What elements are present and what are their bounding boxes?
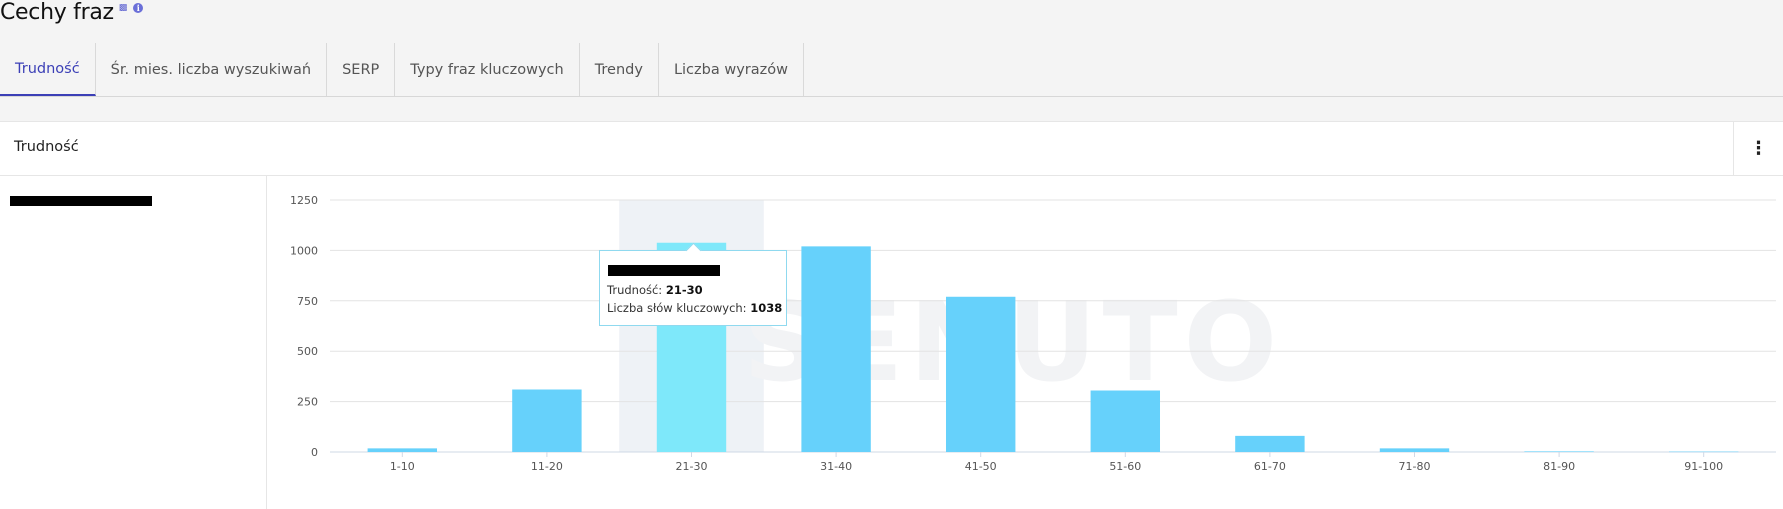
tab-trudnosc[interactable]: Trudność [0,43,96,96]
tab-bar: Trudność Śr. mies. liczba wyszukiwań SER… [0,43,1783,97]
tooltip-difficulty-row: Trudność: 21-30 [607,281,779,299]
redacted-series-name [10,196,152,206]
tab-avg-monthly-searches[interactable]: Śr. mies. liczba wyszukiwań [96,43,328,96]
x-tick-label: 51-60 [1109,460,1141,473]
y-tick-label: 1250 [290,194,318,207]
bar-71-80 [1379,448,1450,452]
legend-item[interactable] [10,196,152,206]
x-tick-label: 11-20 [531,460,563,473]
bar-81-90 [1524,451,1594,452]
tooltip-difficulty-value: 21-30 [665,283,703,297]
x-tick-label: 1-10 [390,460,415,473]
x-tick-label: 81-90 [1543,460,1575,473]
x-tick-label: 71-80 [1399,460,1431,473]
calendar-icon[interactable]: ▩ [119,3,128,13]
y-tick-label: 250 [297,396,318,409]
x-tick-label: 91-100 [1684,460,1723,473]
bar-31-40 [801,246,871,452]
card-header: Trudność ⋮ [0,122,1783,176]
tab-serp[interactable]: SERP [327,43,396,96]
y-tick-label: 500 [297,345,318,358]
tooltip-redacted-series [608,265,720,276]
bar-61-70 [1235,435,1305,452]
bar-41-50 [945,296,1016,452]
tooltip-count-value: 1038 [750,301,783,315]
tab-keyword-types[interactable]: Typy fraz kluczowych [395,43,580,96]
chart-tooltip: Trudność: 21-30 Liczba słów kluczowych: … [599,242,787,326]
bar-51-60 [1090,390,1161,452]
card-title: Trudność [14,139,79,155]
tooltip-difficulty-label: Trudność: [607,283,663,297]
page-title: Cechy fraz [0,0,114,25]
legend-panel [0,176,267,509]
y-tick-label: 1000 [290,244,318,257]
x-tick-label: 21-30 [676,460,708,473]
x-tick-label: 41-50 [965,460,997,473]
bar-1-10 [367,448,438,452]
x-tick-label: 61-70 [1254,460,1286,473]
bar-chart: SENUTO0250500750100012501-1011-2021-3031… [290,194,1776,473]
tooltip-count-row: Liczba słów kluczowych: 1038 [607,299,783,317]
tab-trends[interactable]: Trendy [580,43,659,96]
x-tick-label: 31-40 [820,460,852,473]
header: Cechy fraz ▩ i [0,0,144,28]
y-tick-label: 750 [297,295,318,308]
y-tick-label: 0 [311,446,318,459]
kebab-menu-icon[interactable]: ⋮ [1733,122,1783,175]
bar-11-20 [512,389,582,452]
info-icon[interactable]: i [133,3,144,13]
tab-word-count[interactable]: Liczba wyrazów [659,43,804,96]
tooltip-count-label: Liczba słów kluczowych: [607,301,747,315]
